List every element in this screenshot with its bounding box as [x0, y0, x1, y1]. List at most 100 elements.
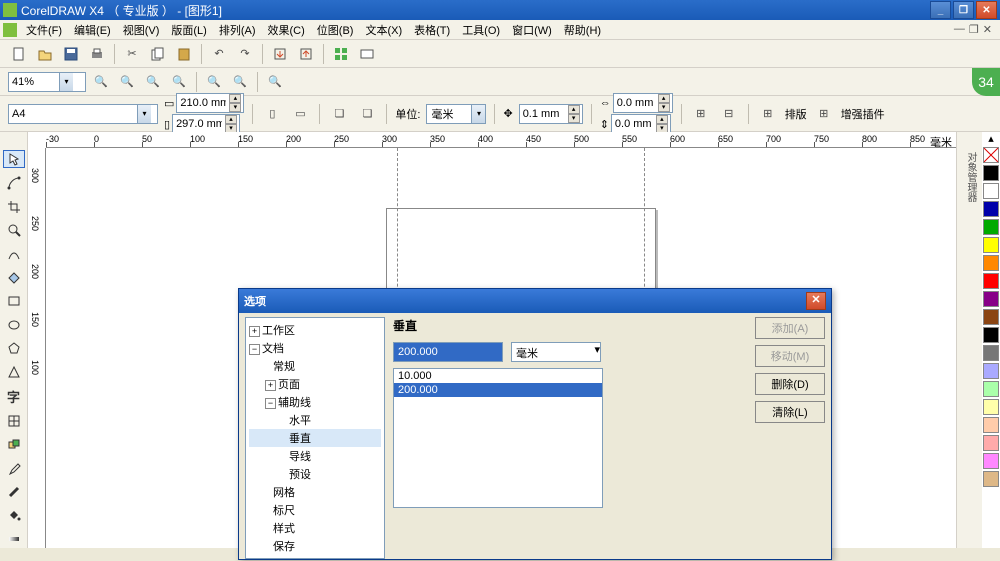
- dup-x-input[interactable]: ▴▾: [613, 93, 673, 113]
- color-swatch[interactable]: [983, 453, 999, 469]
- zoom-all-button[interactable]: 🔍: [168, 71, 190, 93]
- freehand-tool[interactable]: [3, 245, 25, 263]
- nudge-input[interactable]: ▴▾: [519, 104, 583, 124]
- dup-y-input[interactable]: ▴▾: [611, 114, 671, 134]
- units-combo[interactable]: 毫米 ▾: [426, 104, 486, 124]
- dropdown-icon[interactable]: ▾: [137, 105, 151, 123]
- menu-layout[interactable]: 版面(L): [165, 20, 212, 40]
- delete-button[interactable]: 删除(D): [755, 373, 825, 395]
- menu-edit[interactable]: 编辑(E): [68, 20, 117, 40]
- undo-button[interactable]: ↶: [208, 43, 230, 65]
- crop-tool[interactable]: [3, 198, 25, 216]
- copy-button[interactable]: [147, 43, 169, 65]
- text-tool[interactable]: 字: [3, 387, 25, 406]
- color-swatch[interactable]: [983, 219, 999, 235]
- paper-size-input[interactable]: [9, 108, 137, 120]
- snap-toggle-1[interactable]: ⊞: [690, 103, 712, 125]
- color-swatch[interactable]: [983, 291, 999, 307]
- new-button[interactable]: [8, 43, 30, 65]
- list-item[interactable]: 10.000: [394, 369, 602, 383]
- portrait-button[interactable]: ▯: [261, 103, 283, 125]
- menu-file[interactable]: 文件(F): [20, 20, 68, 40]
- redo-button[interactable]: ↷: [234, 43, 256, 65]
- color-swatch[interactable]: [983, 399, 999, 415]
- clear-button[interactable]: 清除(L): [755, 401, 825, 423]
- color-swatch[interactable]: [983, 255, 999, 271]
- add-button[interactable]: 添加(A): [755, 317, 825, 339]
- paste-button[interactable]: [173, 43, 195, 65]
- table-tool[interactable]: [3, 412, 25, 430]
- smart-fill-tool[interactable]: [3, 269, 25, 287]
- zoom-height-button[interactable]: 🔍: [264, 71, 286, 93]
- horizontal-ruler[interactable]: 毫米 -300501001502002503003504004505005506…: [46, 132, 956, 148]
- menu-text[interactable]: 文本(X): [359, 20, 408, 40]
- close-button[interactable]: ✕: [976, 1, 997, 19]
- app-launcher-button[interactable]: [330, 43, 352, 65]
- rectangle-tool[interactable]: [3, 292, 25, 310]
- shape-tool[interactable]: [3, 174, 25, 192]
- menu-effects[interactable]: 效果(C): [262, 20, 311, 40]
- color-swatch[interactable]: [983, 363, 999, 379]
- docker-tab[interactable]: 对象管理器: [957, 132, 984, 222]
- zoom-input[interactable]: [9, 76, 59, 88]
- menu-table[interactable]: 表格(T): [408, 20, 456, 40]
- zoom-tool[interactable]: [3, 221, 25, 239]
- list-item[interactable]: 200.000: [394, 383, 602, 397]
- page-current-button[interactable]: ❏: [356, 103, 378, 125]
- dropdown-icon[interactable]: ▾: [471, 105, 485, 123]
- color-swatch[interactable]: [983, 417, 999, 433]
- landscape-button[interactable]: ▭: [289, 103, 311, 125]
- menu-bitmap[interactable]: 位图(B): [311, 20, 360, 40]
- zoom-selection-button[interactable]: 🔍: [142, 71, 164, 93]
- doc-restore-button[interactable]: ❐: [969, 23, 979, 36]
- guide-value-input[interactable]: [393, 342, 503, 362]
- color-swatch[interactable]: [983, 435, 999, 451]
- color-swatch[interactable]: [983, 309, 999, 325]
- plugin-button[interactable]: ⊞: [813, 103, 835, 125]
- menu-window[interactable]: 窗口(W): [506, 20, 558, 40]
- pick-tool[interactable]: [3, 150, 25, 168]
- minimize-button[interactable]: _: [930, 1, 951, 19]
- dialog-title-bar[interactable]: 选项 ✕: [239, 289, 831, 313]
- interactive-tool[interactable]: [3, 436, 25, 454]
- snap-toggle-2[interactable]: ⊟: [718, 103, 740, 125]
- layout-button[interactable]: ⊞: [757, 103, 779, 125]
- cut-button[interactable]: ✂: [121, 43, 143, 65]
- menu-arrange[interactable]: 排列(A): [213, 20, 262, 40]
- doc-minimize-button[interactable]: —: [954, 23, 965, 36]
- page-width-input[interactable]: ▴▾: [176, 93, 244, 113]
- import-button[interactable]: [269, 43, 291, 65]
- guide-list[interactable]: 10.000 200.000: [393, 368, 603, 508]
- zoom-page-button[interactable]: 🔍: [203, 71, 225, 93]
- open-button[interactable]: [34, 43, 56, 65]
- vertical-ruler[interactable]: 300250200150100: [28, 148, 46, 548]
- color-swatch[interactable]: [983, 345, 999, 361]
- welcome-button[interactable]: [356, 43, 378, 65]
- menu-view[interactable]: 视图(V): [117, 20, 166, 40]
- save-button[interactable]: [60, 43, 82, 65]
- interactive-fill-tool[interactable]: [3, 530, 25, 548]
- menu-help[interactable]: 帮助(H): [558, 20, 607, 40]
- basic-shapes-tool[interactable]: [3, 363, 25, 381]
- zoom-out-button[interactable]: 🔍: [116, 71, 138, 93]
- doc-close-button[interactable]: ✕: [983, 23, 992, 36]
- color-swatch[interactable]: [983, 183, 999, 199]
- no-color-swatch[interactable]: [983, 147, 999, 163]
- guide-unit-combo[interactable]: 毫米 ▾: [511, 342, 601, 362]
- color-swatch[interactable]: [983, 471, 999, 487]
- outline-tool[interactable]: [3, 483, 25, 501]
- color-swatch[interactable]: [983, 273, 999, 289]
- page-all-button[interactable]: ❏: [328, 103, 350, 125]
- page-height-input[interactable]: ▴▾: [172, 114, 240, 134]
- move-button[interactable]: 移动(M): [755, 345, 825, 367]
- color-swatch[interactable]: [983, 201, 999, 217]
- ellipse-tool[interactable]: [3, 316, 25, 334]
- zoom-width-button[interactable]: 🔍: [229, 71, 251, 93]
- menu-tools[interactable]: 工具(O): [456, 20, 506, 40]
- fill-tool[interactable]: [3, 507, 25, 525]
- color-swatch[interactable]: [983, 327, 999, 343]
- dialog-close-button[interactable]: ✕: [806, 292, 826, 310]
- zoom-in-button[interactable]: 🔍: [90, 71, 112, 93]
- paper-size-combo[interactable]: ▾: [8, 104, 158, 124]
- color-swatch[interactable]: [983, 237, 999, 253]
